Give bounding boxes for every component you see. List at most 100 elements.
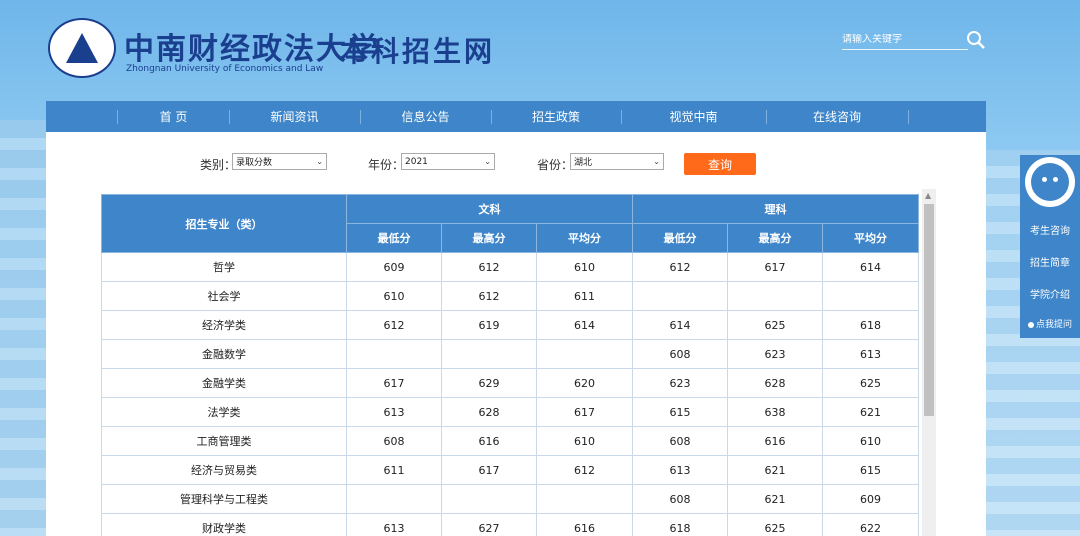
scroll-up-icon[interactable]: ▲ <box>925 191 931 200</box>
major-cell: 经济学类 <box>101 310 347 340</box>
science-group-header: 理科 <box>632 194 920 224</box>
major-cell: 社会学 <box>101 281 347 311</box>
score-cell: 618 <box>822 310 920 340</box>
score-cell: 608 <box>632 339 729 369</box>
score-table-container: 招生专业（类） 文科 理科 最低分 最高分 平均分 最低分 最高分 平均分 哲学… <box>101 194 920 536</box>
major-column-header: 招生专业（类） <box>101 194 347 253</box>
nav-policy[interactable]: 招生政策 <box>491 101 621 132</box>
nav-gallery[interactable]: 视觉中南 <box>621 101 766 132</box>
scrollbar-thumb[interactable] <box>924 204 934 416</box>
major-cell: 财政学类 <box>101 513 347 536</box>
score-cell: 621 <box>727 455 824 485</box>
nav-notices[interactable]: 信息公告 <box>360 101 491 132</box>
score-cell: 621 <box>727 484 824 514</box>
nav-consult[interactable]: 在线咨询 <box>766 101 908 132</box>
score-cell: 608 <box>632 426 729 456</box>
score-cell <box>632 281 729 311</box>
score-cell <box>535 484 634 514</box>
score-cell <box>822 281 920 311</box>
table-row: 经济学类 612 619 614 614 625 618 <box>101 310 920 340</box>
year-value: 2021 <box>405 156 428 167</box>
table-row: 金融数学 608 623 613 <box>101 339 920 369</box>
table-row: 社会学 610 612 611 <box>101 281 920 311</box>
nav-home[interactable]: 首 页 <box>118 101 229 132</box>
score-cell: 619 <box>441 310 537 340</box>
score-cell: 610 <box>822 426 920 456</box>
major-cell: 哲学 <box>101 252 347 282</box>
score-cell: 608 <box>632 484 729 514</box>
search-field[interactable] <box>842 30 968 50</box>
score-cell: 614 <box>535 310 634 340</box>
score-cell: 611 <box>346 455 442 485</box>
score-cell: 613 <box>822 339 920 369</box>
university-logo-icon[interactable] <box>48 18 116 78</box>
score-cell: 612 <box>441 281 537 311</box>
score-cell <box>346 484 442 514</box>
province-value: 湖北 <box>574 158 593 168</box>
nav-spacer <box>46 101 118 132</box>
score-cell: 638 <box>727 397 824 427</box>
score-cell: 617 <box>727 252 824 282</box>
table-row: 金融学类 617 629 620 623 628 625 <box>101 368 920 398</box>
side-item-ask[interactable]: 点我提问 <box>1020 317 1080 330</box>
score-cell: 613 <box>632 455 729 485</box>
category-select[interactable]: 录取分数 ⌄ <box>232 153 327 170</box>
chevron-down-icon: ⌄ <box>653 157 660 166</box>
column-header: 平均分 <box>535 223 634 253</box>
score-cell: 623 <box>632 368 729 398</box>
score-cell: 616 <box>441 426 537 456</box>
table-body: 哲学 609 612 610 612 617 614 社会学 610 612 611 经济学类 612 6… <box>101 252 920 536</box>
score-cell <box>441 339 537 369</box>
side-item-consult[interactable]: 考生咨询 <box>1020 222 1080 237</box>
table-row: 工商管理类 608 616 610 608 616 610 <box>101 426 920 456</box>
score-cell: 627 <box>441 513 537 536</box>
score-cell: 618 <box>632 513 729 536</box>
score-cell: 628 <box>441 397 537 427</box>
floating-side-panel: 考生咨询 招生简章 学院介绍 点我提问 <box>1020 155 1080 338</box>
province-select[interactable]: 湖北 ⌄ <box>570 153 664 170</box>
liberal-arts-group-header: 文科 <box>345 194 634 224</box>
score-cell: 612 <box>346 310 442 340</box>
side-item-brochure[interactable]: 招生简章 <box>1020 254 1080 269</box>
score-cell: 614 <box>632 310 729 340</box>
site-title: 本科招生网 <box>340 35 496 68</box>
year-select[interactable]: 2021 ⌄ <box>401 153 495 170</box>
background-decoration-left <box>0 120 48 536</box>
column-header: 最高分 <box>727 223 824 253</box>
score-cell: 612 <box>535 455 634 485</box>
year-label: 年份： <box>368 158 405 172</box>
column-header: 平均分 <box>822 223 920 253</box>
table-row: 法学类 613 628 617 615 638 621 <box>101 397 920 427</box>
university-english-name: Zhongnan University of Economics and Law <box>126 64 324 74</box>
category-label: 类别： <box>200 158 237 172</box>
score-cell: 620 <box>535 368 634 398</box>
major-cell: 法学类 <box>101 397 347 427</box>
score-cell: 614 <box>822 252 920 282</box>
score-cell: 612 <box>632 252 729 282</box>
side-item-ask-label: 点我提问 <box>1035 320 1072 330</box>
table-row: 经济与贸易类 611 617 612 613 621 615 <box>101 455 920 485</box>
score-cell: 608 <box>346 426 442 456</box>
main-panel: 首 页 新闻资讯 信息公告 招生政策 视觉中南 在线咨询 类别： 录取分数 ⌄ … <box>46 101 986 536</box>
column-header: 最高分 <box>441 223 537 253</box>
nav-news[interactable]: 新闻资讯 <box>229 101 360 132</box>
search-icon[interactable] <box>966 30 988 50</box>
major-cell: 管理科学与工程类 <box>101 484 347 514</box>
score-cell: 625 <box>727 310 824 340</box>
table-scrollbar[interactable]: ▲ <box>922 189 936 536</box>
customer-service-icon[interactable] <box>1025 157 1075 207</box>
score-cell: 615 <box>822 455 920 485</box>
score-cell: 625 <box>727 513 824 536</box>
score-cell: 616 <box>535 513 634 536</box>
score-cell: 629 <box>441 368 537 398</box>
search-input[interactable] <box>842 34 962 45</box>
score-cell: 613 <box>346 513 442 536</box>
query-button[interactable]: 查询 <box>684 153 756 175</box>
score-table: 招生专业（类） 文科 理科 最低分 最高分 平均分 最低分 最高分 平均分 哲学… <box>101 194 920 536</box>
score-cell: 622 <box>822 513 920 536</box>
score-cell: 621 <box>822 397 920 427</box>
major-cell: 金融学类 <box>101 368 347 398</box>
side-item-colleges[interactable]: 学院介绍 <box>1020 286 1080 301</box>
score-cell: 611 <box>535 281 634 311</box>
score-cell: 610 <box>535 252 634 282</box>
